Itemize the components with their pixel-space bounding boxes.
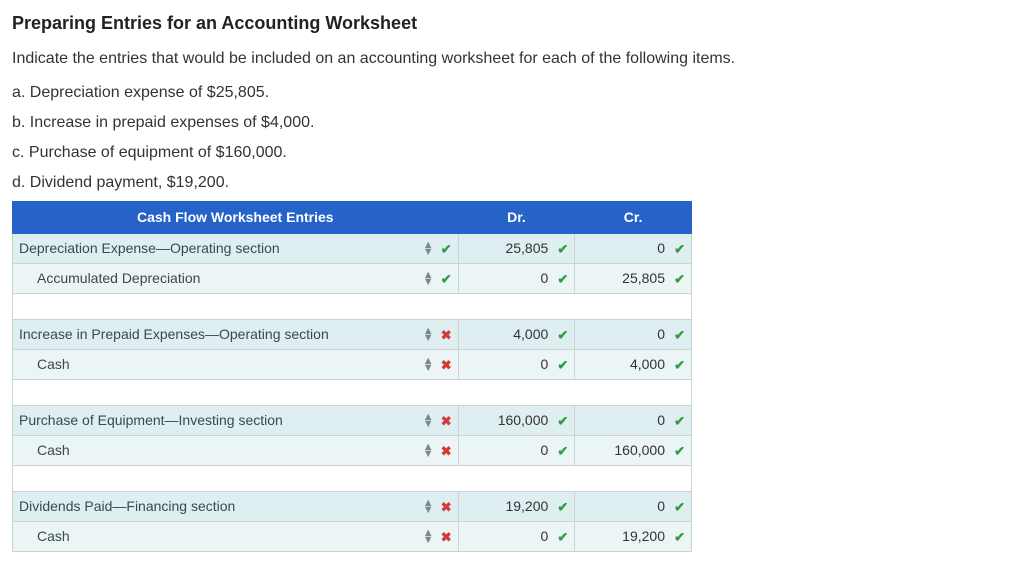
check-icon: ✔ xyxy=(674,269,685,289)
dr-input[interactable]: 160,000✔ xyxy=(458,406,575,436)
entry-select[interactable]: Accumulated Depreciation ▲▼ ✔ xyxy=(13,264,459,294)
dr-input[interactable]: 0✔ xyxy=(458,264,575,294)
entry-label: Purchase of Equipment—Investing section xyxy=(19,412,283,428)
col-cr: Cr. xyxy=(575,202,692,234)
check-icon: ✔ xyxy=(441,239,452,259)
check-icon: ✔ xyxy=(557,497,568,517)
stepper-icon[interactable]: ▲▼ xyxy=(423,242,434,256)
table-row: Accumulated Depreciation▲▼✔0✔25,805✔ xyxy=(13,264,692,294)
entry-select[interactable]: Cash ▲▼ ✖ xyxy=(13,436,459,466)
check-icon: ✔ xyxy=(674,325,685,345)
table-row: Depreciation Expense—Operating section ▲▼… xyxy=(13,234,692,264)
table-row: Dividends Paid—Financing section▲▼✖19,20… xyxy=(13,492,692,522)
dr-input[interactable]: 25,805✔ xyxy=(458,234,575,264)
table-row: Cash ▲▼ ✖ 0✔19,200✔ xyxy=(13,522,692,552)
item-list: a. Depreciation expense of $25,805. b. I… xyxy=(12,81,1011,195)
entry-select[interactable]: Purchase of Equipment—Investing section ▲… xyxy=(13,406,459,436)
table-row: Purchase of Equipment—Investing section ▲… xyxy=(13,406,692,436)
dr-input[interactable]: 19,200✔ xyxy=(458,492,575,522)
row-spacer xyxy=(13,380,692,406)
cr-input[interactable]: 19,200✔ xyxy=(575,522,692,552)
col-dr: Dr. xyxy=(458,202,575,234)
check-icon: ✔ xyxy=(557,441,568,461)
check-icon: ✔ xyxy=(557,355,568,375)
cr-input[interactable]: 0✔ xyxy=(575,492,692,522)
item-d: d. Dividend payment, $19,200. xyxy=(12,171,1011,195)
cr-input[interactable]: 0✔ xyxy=(575,320,692,350)
cr-input[interactable]: 0✔ xyxy=(575,406,692,436)
entry-select[interactable]: Dividends Paid—Financing section▲▼✖ xyxy=(13,492,459,522)
entry-label: Cash xyxy=(19,442,70,458)
stepper-icon[interactable]: ▲▼ xyxy=(423,272,434,286)
check-icon: ✔ xyxy=(674,355,685,375)
check-icon: ✔ xyxy=(674,411,685,431)
check-icon: ✔ xyxy=(557,269,568,289)
dr-input[interactable]: 0✔ xyxy=(458,436,575,466)
col-entries: Cash Flow Worksheet Entries xyxy=(13,202,459,234)
check-icon: ✔ xyxy=(441,269,452,289)
check-icon: ✔ xyxy=(557,239,568,259)
item-b: b. Increase in prepaid expenses of $4,00… xyxy=(12,111,1011,135)
x-icon: ✖ xyxy=(441,527,452,547)
row-spacer xyxy=(13,294,692,320)
table-row: Increase in Prepaid Expenses—Operating s… xyxy=(13,320,692,350)
entry-select[interactable]: Cash ▲▼ ✖ xyxy=(13,350,459,380)
check-icon: ✔ xyxy=(674,441,685,461)
x-icon: ✖ xyxy=(441,497,452,517)
page-title: Preparing Entries for an Accounting Work… xyxy=(12,10,1011,37)
entry-label: Accumulated Depreciation xyxy=(19,270,200,286)
stepper-icon[interactable]: ▲▼ xyxy=(423,444,434,458)
entry-label: Cash xyxy=(19,528,70,544)
cr-input[interactable]: 4,000✔ xyxy=(575,350,692,380)
cr-input[interactable]: 25,805✔ xyxy=(575,264,692,294)
entry-select[interactable]: Cash ▲▼ ✖ xyxy=(13,522,459,552)
check-icon: ✔ xyxy=(674,527,685,547)
table-row: Cash ▲▼ ✖ 0✔160,000✔ xyxy=(13,436,692,466)
entry-label: Cash xyxy=(19,356,70,372)
stepper-icon[interactable]: ▲▼ xyxy=(423,530,434,544)
check-icon: ✔ xyxy=(557,411,568,431)
dr-input[interactable]: 0✔ xyxy=(458,522,575,552)
instructions: Indicate the entries that would be inclu… xyxy=(12,47,1011,71)
item-a: a. Depreciation expense of $25,805. xyxy=(12,81,1011,105)
entry-select[interactable]: Depreciation Expense—Operating section ▲▼… xyxy=(13,234,459,264)
worksheet-table: Cash Flow Worksheet Entries Dr. Cr. Depr… xyxy=(12,201,692,552)
check-icon: ✔ xyxy=(557,325,568,345)
stepper-icon[interactable]: ▲▼ xyxy=(423,500,434,514)
check-icon: ✔ xyxy=(674,497,685,517)
x-icon: ✖ xyxy=(441,411,452,431)
stepper-icon[interactable]: ▲▼ xyxy=(423,414,434,428)
entry-select[interactable]: Increase in Prepaid Expenses—Operating s… xyxy=(13,320,459,350)
stepper-icon[interactable]: ▲▼ xyxy=(423,328,434,342)
check-icon: ✔ xyxy=(674,239,685,259)
dr-input[interactable]: 0✔ xyxy=(458,350,575,380)
stepper-icon[interactable]: ▲▼ xyxy=(423,358,434,372)
entry-label: Depreciation Expense—Operating section xyxy=(19,240,280,256)
cr-input[interactable]: 160,000✔ xyxy=(575,436,692,466)
entry-label: Increase in Prepaid Expenses—Operating s… xyxy=(19,326,329,342)
x-icon: ✖ xyxy=(441,325,452,345)
cr-input[interactable]: 0✔ xyxy=(575,234,692,264)
check-icon: ✔ xyxy=(557,527,568,547)
table-row: Cash ▲▼ ✖ 0✔4,000✔ xyxy=(13,350,692,380)
item-c: c. Purchase of equipment of $160,000. xyxy=(12,141,1011,165)
row-spacer xyxy=(13,466,692,492)
x-icon: ✖ xyxy=(441,441,452,461)
dr-input[interactable]: 4,000✔ xyxy=(458,320,575,350)
x-icon: ✖ xyxy=(441,355,452,375)
